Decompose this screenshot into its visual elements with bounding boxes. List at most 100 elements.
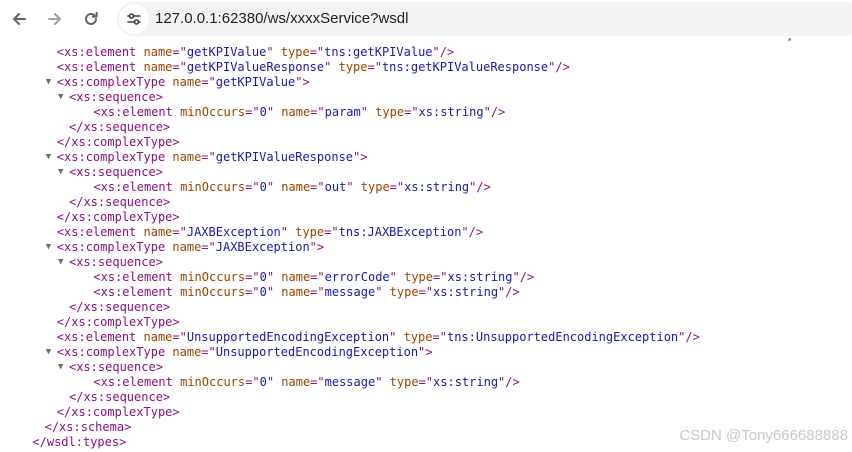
xml-attr-token: name [281,180,311,194]
xml-tag-token: "/> [432,45,455,59]
xml-line-content: </xs:sequence> [69,195,170,210]
xml-tag-token: " [266,285,282,299]
xml-attr-token: minOccurs [180,375,246,389]
xml-line-content: <xs:element name="UnsupportedEncodingExc… [57,330,700,345]
xml-tag-token: =" [309,45,325,59]
collapse-toggle-icon[interactable]: ▼ [46,240,56,255]
xml-tag-token: </xs:sequence> [69,195,171,209]
xml-line: ▼ <xs:complexType name="getKPIValueRespon… [0,150,852,165]
url-text[interactable]: 127.0.0.1:62380/ws/xxxxService?wsdl [155,10,408,27]
xml-val-token: 0 [259,375,267,389]
collapse-toggle-icon[interactable]: ▼ [46,75,56,90]
xml-tag-token: <xs:element [56,45,144,59]
xml-tag-token: <xs:element [56,225,144,239]
xml-tag-token: =" [172,330,187,344]
xml-line-content: </xs:complexType> [57,405,180,420]
xml-attr-token: type [375,105,405,119]
xml-tag-token: "> [353,150,368,164]
xml-attr-token: name [172,240,202,254]
xml-line-content: </wsdl:types> [32,435,126,450]
xml-attr-token: type [360,180,390,194]
xml-line: </xs:complexType> [0,315,852,330]
xml-line: ▼ <xs:sequence> [0,360,852,375]
xml-attr-token: type [295,225,325,239]
xml-tag-token: <xs:sequence> [69,255,163,269]
back-button[interactable] [4,4,34,34]
collapse-toggle-icon[interactable]: ▼ [46,345,56,360]
xml-tag-token: </xs:sequence> [69,120,171,134]
xml-attr-token: minOccurs [180,285,246,299]
xml-val-token: UnsupportedEncodingException [186,330,390,344]
xml-line: ▼ <xs:complexType name="getKPIValue"> [0,75,852,90]
site-info-button[interactable] [119,4,149,34]
xml-val-token: xs:string [418,105,484,119]
xml-tag-token: " [389,270,405,284]
xml-line-content: </xs:sequence> [69,390,170,405]
xml-attr-token: type [389,285,419,299]
xml-tag-token: <xs:element [93,270,181,284]
xml-line-content: <xs:complexType name="JAXBException"> [57,240,324,255]
collapse-toggle-icon[interactable]: ▼ [58,165,68,180]
xml-attr-token: type [280,45,310,59]
xml-tag-token: <xs:element [93,285,181,299]
collapse-toggle-icon[interactable]: ▼ [46,150,56,165]
xml-attr-token: name [281,105,311,119]
xml-tag-token: =" [245,105,260,119]
collapse-toggle-icon[interactable]: ▼ [58,90,68,105]
xml-tag-token: <xs:element [56,330,144,344]
forward-button[interactable] [40,4,70,34]
xml-tag-token: =" [418,375,434,389]
xml-attr-token: minOccurs [180,180,246,194]
xml-tag-token: " [266,45,281,59]
address-bar[interactable]: 127.0.0.1:62380/ws/xxxxService?wsdl [117,2,852,36]
xml-line-content: </xs:complexType> [57,315,180,330]
xml-tag-token: =" [245,270,260,284]
site-info-icon [127,13,141,25]
xml-attr-token: name [281,375,311,389]
xml-val-token: message [324,375,376,389]
xml-line: <xs:element name="UnsupportedEncodingExc… [0,330,852,345]
xml-tag-token: "/> [469,180,491,194]
xml-tag-token: " [324,60,339,74]
xml-cut-fragment: ] [786,38,793,43]
xml-tag-token: " [346,180,361,194]
xml-val-token: getKPIValue [215,75,296,89]
xml-attr-token: type [404,270,434,284]
xml-line-content: <xs:sequence> [69,90,163,105]
xml-tag-token: =" [201,150,216,164]
xml-tag-token: " [389,330,404,344]
xml-line-content: <xs:element minOccurs="0" name="message"… [93,375,519,390]
xml-line: <xs:element name="JAXBException" type="t… [0,225,852,240]
xml-attr-token: name [172,150,202,164]
xml-attr-token: name [143,225,173,239]
xml-tag-token: </xs:complexType> [56,210,180,224]
xml-line: </xs:complexType> [0,135,852,150]
xml-line-content: <xs:element minOccurs="0" name="errorCod… [93,270,534,285]
xml-line-content: <xs:element minOccurs="0" name="message"… [93,285,519,300]
xml-attr-token: name [143,45,173,59]
xml-line: </xs:sequence> [0,390,852,405]
xml-attr-token: name [281,270,311,284]
xml-line: ▼ <xs:sequence> [0,90,852,105]
xml-val-token: 0 [259,270,267,284]
xml-line-content: </xs:sequence> [69,120,170,135]
xml-val-token: xs:string [433,285,499,299]
xml-tag-token: =" [310,375,325,389]
xml-tag-token: =" [172,45,187,59]
xml-tag-token: " [266,375,282,389]
xml-tag-token: <xs:element [93,180,181,194]
collapse-toggle-icon[interactable]: ▼ [58,360,68,375]
xml-line-content: </xs:complexType> [57,210,180,225]
xml-val-token: 0 [259,180,267,194]
xml-line-content: <xs:sequence> [69,255,163,270]
xml-tag-token: =" [433,270,448,284]
xml-line-content: <xs:sequence> [69,360,163,375]
xml-tag-token: <xs:element [93,105,181,119]
collapse-toggle-icon[interactable]: ▼ [58,255,68,270]
xml-val-token: JAXBException [215,240,310,254]
reload-button[interactable] [76,4,106,34]
xml-tag-token: " [280,225,296,239]
xml-line-content: <xs:element minOccurs="0" name="param" t… [93,105,505,120]
xml-val-token: param [324,105,361,119]
xml-val-token: out [324,180,347,194]
